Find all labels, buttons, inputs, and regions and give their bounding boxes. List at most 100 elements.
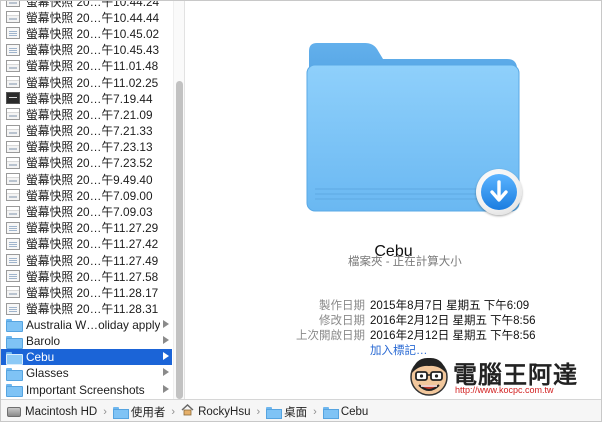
folder-list-item[interactable]: Barolo <box>1 333 172 349</box>
chevron-right-icon: › <box>256 405 261 418</box>
file-list-item[interactable]: 螢幕快照 20…午10.45.43 <box>1 42 172 58</box>
item-label: 螢幕快照 20…午7.19.44 <box>26 91 153 106</box>
item-label: 螢幕快照 20…午11.27.58 <box>26 269 159 284</box>
item-label: 螢幕快照 20…午7.09.03 <box>26 205 153 220</box>
info-key: 上次開啟日期 <box>296 330 365 342</box>
folder-list-item[interactable]: Important Screenshots <box>1 382 172 398</box>
item-label: 螢幕快照 20…午10.45.02 <box>26 26 160 41</box>
file-list: 螢幕快照 20…午10.44.24 螢幕快照 20…午10.44.44 螢幕快照 2… <box>1 1 172 398</box>
file-list-item[interactable]: 螢幕快照 20…午7.09.00 <box>1 187 172 203</box>
screenshot-icon <box>6 270 20 283</box>
chevron-right-icon: › <box>103 405 107 418</box>
item-label: 螢幕快照 20…午7.09.00 <box>26 188 153 203</box>
screenshot-icon <box>6 140 20 153</box>
crumb-label: Macintosh HD <box>25 405 98 418</box>
screenshot-icon <box>6 11 20 24</box>
screenshot-icon <box>6 205 20 218</box>
path-crumb[interactable]: 使用者 <box>112 404 166 420</box>
file-list-item[interactable]: 螢幕快照 20…午7.21.09 <box>1 106 172 122</box>
crumb-label: 桌面 <box>284 406 308 419</box>
info-row-modified: 修改日期 2016年2月12日 星期五 下午8:56 <box>186 312 601 328</box>
crumb-label: 使用者 <box>130 406 166 419</box>
screenshot-icon <box>6 124 20 137</box>
item-label: 螢幕快照 20…午10.45.43 <box>26 43 160 58</box>
crumb-label: RockyHsu <box>198 405 251 418</box>
info-row-created: 製作日期 2015年8月7日 星期五 下午6:09 <box>186 297 601 313</box>
file-list-item[interactable]: 螢幕快照 20…午11.02.25 <box>1 74 172 90</box>
path-crumb[interactable]: 桌面 <box>266 404 307 420</box>
item-label: 螢幕快照 20…午11.28.31 <box>26 302 159 317</box>
file-list-item[interactable]: 螢幕快照 20…午7.21.33 <box>1 123 172 139</box>
path-crumb[interactable]: Cebu <box>322 406 368 419</box>
file-list-item[interactable]: 螢幕快照 20…午11.28.17 <box>1 284 172 300</box>
preview-pane: Cebu 檔案夾 - 正在計算大小 製作日期 2015年8月7日 星期五 下午6… <box>186 1 601 399</box>
mascot-face-icon <box>410 357 448 396</box>
file-list-item[interactable]: 螢幕快照 20…午10.44.44 <box>1 9 172 25</box>
folder-list-item[interactable]: Cebu <box>1 349 172 366</box>
file-list-item[interactable]: 螢幕快照 20…午7.23.13 <box>1 139 172 155</box>
folder-icon <box>6 319 23 333</box>
file-list-item[interactable]: 螢幕快照 20…午11.27.49 <box>1 252 172 268</box>
folder-list-item[interactable]: Australia W…oliday apply <box>1 317 172 333</box>
item-label: 螢幕快照 20…午11.28.17 <box>26 285 159 300</box>
item-label: Glasses <box>26 366 69 381</box>
item-label: Barolo <box>26 334 61 349</box>
path-crumb[interactable]: RockyHsu <box>181 404 250 419</box>
folder-icon <box>6 335 23 349</box>
path-crumb[interactable]: Macintosh HD <box>7 406 97 418</box>
file-list-item[interactable]: 螢幕快照 20…午7.23.52 <box>1 155 172 171</box>
item-label: 螢幕快照 20…午11.01.48 <box>26 59 159 74</box>
info-value: 2015年8月7日 星期五 下午6:09 <box>370 300 530 312</box>
screenshot-icon <box>6 189 20 202</box>
file-list-item[interactable]: 螢幕快照 20…午11.01.48 <box>1 58 172 74</box>
disclosure-arrow-icon <box>163 384 169 393</box>
file-list-item[interactable]: 螢幕快照 20…午9.49.40 <box>1 171 172 187</box>
screenshot-icon <box>6 237 20 250</box>
item-label: 螢幕快照 20…午10.44.44 <box>26 10 160 25</box>
file-list-column: 螢幕快照 20…午10.44.24 螢幕快照 20…午10.44.44 螢幕快照 2… <box>1 1 185 399</box>
folder-icon <box>266 406 283 419</box>
screenshot-icon <box>6 59 20 72</box>
screenshot-icon <box>6 76 20 89</box>
item-label: 螢幕快照 20…午7.23.13 <box>26 140 153 155</box>
finder-window: 螢幕快照 20…午10.44.24 螢幕快照 20…午10.44.44 螢幕快照 2… <box>0 0 602 422</box>
file-list-item[interactable]: 螢幕快照 20…午11.27.29 <box>1 220 172 236</box>
chevron-right-icon: › <box>313 405 317 418</box>
screenshot-icon <box>6 156 20 169</box>
file-list-item[interactable]: 螢幕快照 20…午11.28.31 <box>1 301 172 317</box>
hard-drive-icon <box>7 406 21 417</box>
item-label: Australia W…oliday apply <box>26 317 161 332</box>
watermark-url: http://www.kocpc.com.tw <box>455 385 554 395</box>
watermark: 電腦王阿達 http://www.kocpc.com.tw <box>405 353 601 399</box>
folder-list-item[interactable]: Glasses <box>1 365 172 381</box>
folder-icon <box>322 406 339 419</box>
item-label: Cebu <box>26 350 55 365</box>
item-label: 螢幕快照 20…午11.27.49 <box>26 253 159 268</box>
screenshot-icon <box>6 254 20 267</box>
item-label: 螢幕快照 20…午7.21.33 <box>26 124 153 139</box>
download-arrow-icon <box>476 169 522 215</box>
screenshot-icon <box>6 27 20 40</box>
info-row-last-opened: 上次開啟日期 2016年2月12日 星期五 下午8:56 <box>186 327 601 343</box>
folder-icon <box>6 351 23 365</box>
disclosure-arrow-icon <box>163 352 169 361</box>
item-label: 螢幕快照 20…午9.49.40 <box>26 172 153 187</box>
file-list-item[interactable]: 螢幕快照 20…午11.27.58 <box>1 268 172 284</box>
item-label: 螢幕快照 20…午11.02.25 <box>26 75 159 90</box>
info-value: 2016年2月12日 星期五 下午8:56 <box>370 315 536 327</box>
item-label: 螢幕快照 20…午7.23.52 <box>26 156 153 171</box>
file-list-item[interactable]: 螢幕快照 20…午10.45.02 <box>1 25 172 41</box>
disclosure-arrow-icon <box>163 319 169 328</box>
vertical-scrollbar[interactable] <box>173 1 184 399</box>
item-label: 螢幕快照 20…午11.27.42 <box>26 237 159 252</box>
home-icon <box>181 404 194 419</box>
file-list-item[interactable]: 螢幕快照 20…午11.27.42 <box>1 236 172 252</box>
screenshot-icon <box>6 92 20 105</box>
file-list-item[interactable]: 螢幕快照 20…午7.19.44 <box>1 90 172 106</box>
screenshot-icon <box>6 43 20 56</box>
file-list-item[interactable]: 螢幕快照 20…午7.09.03 <box>1 203 172 219</box>
folder-icon <box>112 406 129 419</box>
folder-icon <box>6 367 23 381</box>
scrollbar-thumb[interactable] <box>176 81 183 399</box>
screenshot-icon <box>6 221 20 234</box>
